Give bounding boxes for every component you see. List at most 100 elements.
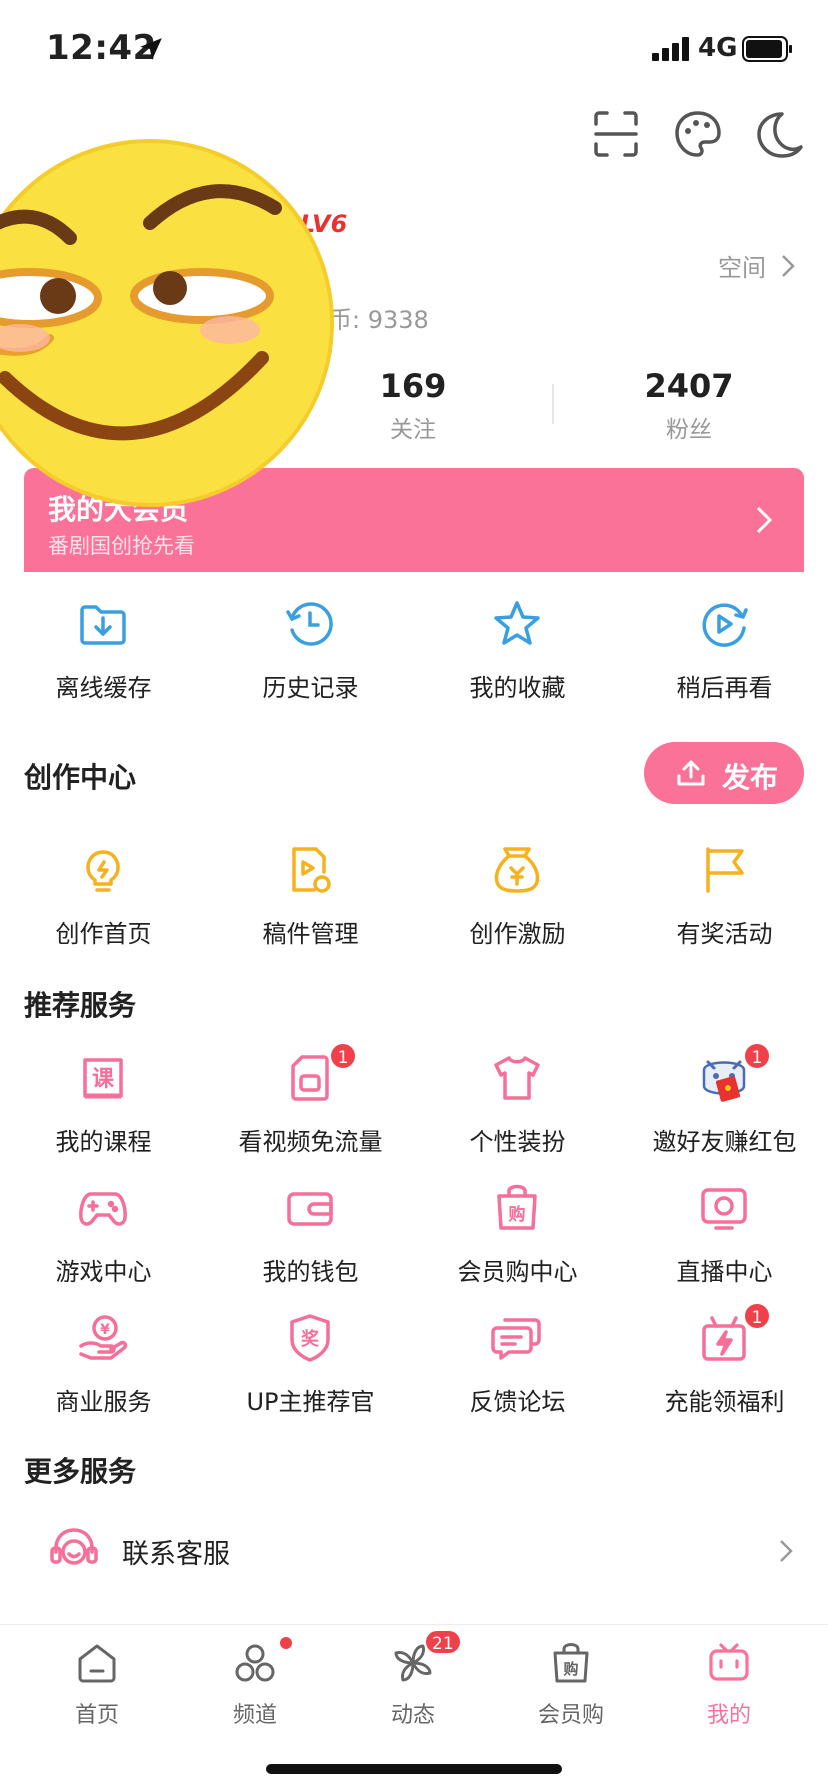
battery-icon [742,36,792,62]
manuscript-label: 稿件管理 [262,920,359,948]
notification-badge: 1 [743,1042,771,1070]
channel-icon [235,1644,275,1682]
charge-welfare-label: 充能领福利 [664,1388,785,1416]
tab-home[interactable]: 首页 [32,1641,162,1741]
free-data-item[interactable]: 1 看视频免流量 [207,1042,414,1172]
chat-bubbles-icon [491,1318,541,1360]
tv-mine-icon [709,1643,749,1681]
unread-dot [280,1637,292,1649]
coin-count: 币: 9338 [328,306,429,334]
watch-later-item[interactable]: 稍后再看 [621,598,828,718]
cellular-signal-icon [652,37,689,61]
download-folder-icon [80,605,126,645]
my-courses-label: 我的课程 [55,1128,152,1156]
my-courses-item[interactable]: 课 我的课程 [0,1052,207,1172]
favorites-item[interactable]: 我的收藏 [414,598,621,718]
favorites-label: 我的收藏 [469,674,566,702]
network-type: 4G [698,33,738,63]
home-icon [78,1644,116,1683]
customer-service-row[interactable]: 联系客服 [0,1510,828,1590]
services-row-2: 游戏中心 我的钱包 购 会员购中心 直播中心 [0,1182,828,1302]
invite-friends-item[interactable]: 1 邀好友赚红包 [621,1042,828,1172]
business-service-item[interactable]: ¥ 商业服务 [0,1312,207,1432]
svg-text:奖: 奖 [301,1328,320,1350]
member-shop-item[interactable]: 购 会员购中心 [414,1182,621,1302]
game-center-label: 游戏中心 [55,1258,152,1286]
following-stat[interactable]: 169 关注 [313,366,513,444]
history-label: 历史记录 [262,674,359,702]
space-link[interactable]: 空间 [718,248,766,283]
notification-badge: 1 [743,1302,771,1330]
offline-cache-item[interactable]: 离线缓存 [0,598,207,718]
palette-icon[interactable] [672,108,724,160]
status-bar: 12:42 4G [0,0,828,100]
svg-text:课: 课 [92,1067,115,1092]
personal-outfit-item[interactable]: 个性装扮 [414,1052,621,1172]
creation-items: 创作首页 稿件管理 创作激励 有奖活动 [0,844,828,964]
notification-badge: 1 [329,1042,357,1070]
customer-service-label: 联系客服 [122,1539,230,1570]
invite-mascot-icon [702,1060,746,1102]
fans-label: 粉丝 [666,417,712,443]
prize-event-item[interactable]: 有奖活动 [621,844,828,964]
wallet-icon [287,1192,333,1226]
game-center-item[interactable]: 游戏中心 [0,1182,207,1302]
services-title: 推荐服务 [24,989,137,1022]
live-center-label: 直播中心 [676,1258,773,1286]
award-badge-icon: 奖 [290,1314,330,1362]
tab-dynamic[interactable]: 21 动态 [348,1629,478,1741]
business-service-label: 商业服务 [55,1388,152,1416]
gift-bolt-icon [702,1316,746,1361]
following-count: 169 [379,367,447,405]
offline-cache-label: 离线缓存 [55,674,152,702]
tab-mine[interactable]: 我的 [664,1641,794,1741]
live-tv-icon [701,1188,747,1230]
creation-home-item[interactable]: 创作首页 [0,844,207,964]
scan-icon[interactable] [590,108,642,160]
incentive-label: 创作激励 [469,920,566,948]
services-row-1: 课 我的课程 1 看视频免流量 个性装扮 1 邀好友赚红包 [0,1042,828,1172]
home-indicator [266,1764,562,1774]
upload-icon [677,760,705,786]
prize-event-label: 有奖活动 [676,920,773,948]
tab-channel-label: 频道 [232,1703,277,1728]
shop-bag-icon: 购 [553,1643,589,1683]
course-book-icon: 课 [83,1058,123,1099]
up-recommender-item[interactable]: 奖 UP主推荐官 [207,1312,414,1432]
smirk-emoji-sticker [0,139,334,507]
publish-button[interactable]: 发布 [644,742,804,804]
watch-later-icon [702,603,748,647]
tab-member-shop-label: 会员购 [537,1703,604,1728]
tshirt-icon [494,1056,540,1100]
charge-welfare-item[interactable]: 1 充能领福利 [621,1302,828,1432]
fans-count: 2407 [644,367,734,405]
chevron-right-icon [756,506,773,534]
stat-divider [552,384,554,424]
lightbulb-icon [86,850,120,892]
tab-member-shop[interactable]: 购 会员购 [506,1641,636,1741]
incentive-item[interactable]: 创作激励 [414,844,621,964]
money-bag-icon [494,847,540,893]
business-hand-icon: ¥ [79,1315,128,1360]
creation-center-title: 创作中心 [24,761,137,794]
gamepad-icon [79,1192,127,1226]
publish-label: 发布 [722,761,779,794]
member-shop-label: 会员购中心 [457,1258,578,1286]
manuscript-item[interactable]: 稿件管理 [207,844,414,964]
history-item[interactable]: 历史记录 [207,598,414,718]
shopping-bag-icon: 购 [497,1184,537,1230]
live-center-item[interactable]: 直播中心 [621,1182,828,1302]
services-row-3: ¥ 商业服务 奖 UP主推荐官 反馈论坛 1 充能领福利 [0,1302,828,1432]
invite-friends-label: 邀好友赚红包 [652,1128,797,1156]
tab-mine-label: 我的 [706,1703,751,1728]
vip-subtitle: 番剧国创抢先看 [48,534,195,558]
flag-icon [706,847,744,893]
chevron-right-icon[interactable] [778,253,798,279]
sim-card-icon [291,1055,329,1101]
manuscript-icon [292,847,331,893]
feedback-forum-item[interactable]: 反馈论坛 [414,1312,621,1432]
moon-icon[interactable] [754,108,806,160]
fans-stat[interactable]: 2407 粉丝 [589,366,789,444]
tab-channel[interactable]: 频道 [190,1637,320,1741]
wallet-item[interactable]: 我的钱包 [207,1182,414,1302]
